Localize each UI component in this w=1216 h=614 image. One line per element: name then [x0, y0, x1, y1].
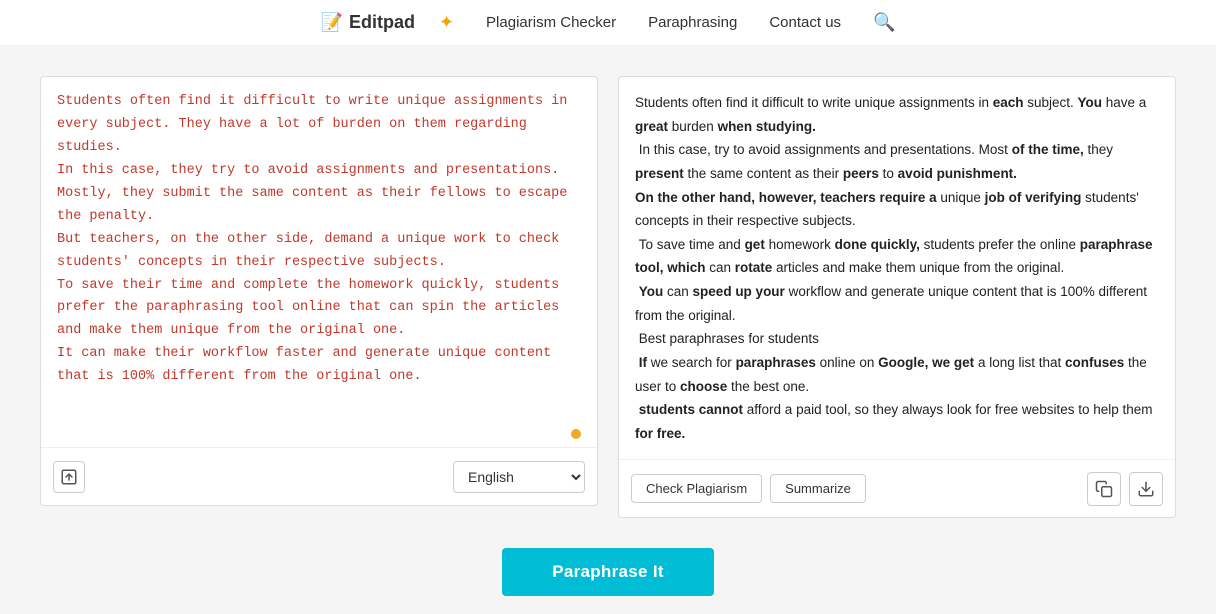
input-textarea[interactable]: Students often find it difficult to writ… — [41, 77, 597, 447]
download-icon-button[interactable] — [1129, 472, 1163, 506]
navbar: 📝 Editpad ✦ Plagiarism Checker Paraphras… — [0, 0, 1216, 46]
copy-icon-button[interactable] — [1087, 472, 1121, 506]
sun-icon: ✦ — [439, 12, 454, 33]
brand-name: Editpad — [349, 12, 415, 33]
right-footer-actions: Check Plagiarism Summarize — [631, 474, 866, 503]
paraphrasing-link[interactable]: Paraphrasing — [648, 14, 737, 31]
contact-us-link[interactable]: Contact us — [769, 14, 841, 31]
output-text: Students often find it difficult to writ… — [619, 77, 1175, 459]
right-panel: Students often find it difficult to writ… — [618, 76, 1176, 518]
summarize-button[interactable]: Summarize — [770, 474, 866, 503]
paraphrase-button[interactable]: Paraphrase It — [502, 548, 714, 596]
brand-logo[interactable]: 📝 Editpad — [321, 12, 415, 33]
right-footer-icons — [1087, 472, 1163, 506]
paraphrase-row: Paraphrase It — [0, 528, 1216, 606]
dot-indicator — [571, 429, 581, 439]
right-panel-footer: Check Plagiarism Summarize — [619, 459, 1175, 517]
brand-icon: 📝 — [321, 12, 343, 33]
search-icon[interactable]: 🔍 — [873, 12, 895, 33]
plagiarism-checker-link[interactable]: Plagiarism Checker — [486, 14, 616, 31]
upload-button[interactable] — [53, 461, 85, 493]
left-panel: Students often find it difficult to writ… — [40, 76, 598, 506]
language-select[interactable]: English French Spanish German Italian Po… — [453, 461, 585, 493]
main-content: Students often find it difficult to writ… — [0, 46, 1216, 528]
check-plagiarism-button[interactable]: Check Plagiarism — [631, 474, 762, 503]
left-panel-footer: English French Spanish German Italian Po… — [41, 447, 597, 505]
